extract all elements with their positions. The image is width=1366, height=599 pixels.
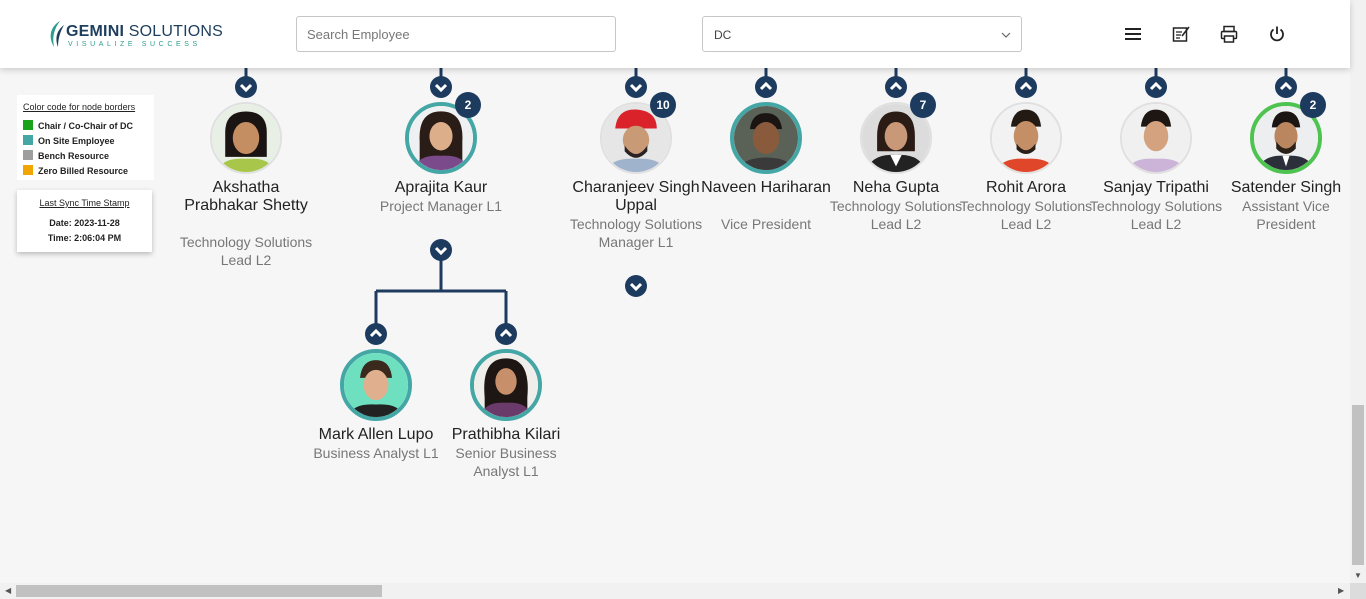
employee-photo: [474, 353, 538, 417]
employee-title: Technology Solutions Lead L2: [1089, 198, 1223, 232]
employee-node-sanjay[interactable]: Sanjay Tripathi Technology Solutions Lea…: [1086, 76, 1226, 236]
expand-toggle-icon[interactable]: [430, 239, 452, 261]
employee-title: Technology Solutions Lead L2: [179, 234, 313, 268]
employee-name: Mark Allen Lupo: [318, 426, 434, 443]
vertical-scroll-thumb[interactable]: [1352, 405, 1364, 565]
expand-toggle-icon[interactable]: [625, 275, 647, 297]
expand-up-toggle-icon[interactable]: [1015, 76, 1037, 98]
menu-icon[interactable]: [1123, 24, 1143, 44]
employee-title: Technology Solutions Lead L2: [959, 198, 1093, 232]
avatar: [730, 102, 802, 174]
avatar: [990, 102, 1062, 174]
employee-photo: [212, 104, 280, 172]
dropdown-value: DC: [714, 28, 732, 42]
reportee-count-badge: 2: [1300, 92, 1326, 118]
employee-name: Satender Singh: [1230, 179, 1342, 196]
avatar: [210, 102, 282, 174]
employee-title: Project Manager L1: [379, 198, 503, 214]
employee-node-neha[interactable]: 7 Neha Gupta Technology Solutions Lead L…: [826, 76, 966, 236]
collapse-toggle-icon[interactable]: [625, 76, 647, 98]
search-employee-input[interactable]: [296, 16, 616, 52]
expand-up-toggle-icon[interactable]: [755, 76, 777, 98]
company-logo[interactable]: GEMINI SOLUTIONS VISUALIZE SUCCESS: [46, 17, 223, 51]
power-icon[interactable]: [1267, 24, 1287, 44]
employee-node-rohit[interactable]: Rohit Arora Technology Solutions Lead L2: [956, 76, 1096, 236]
employee-photo: [344, 353, 408, 417]
collapse-toggle-icon[interactable]: [235, 76, 257, 98]
reportee-count-badge: 7: [910, 92, 936, 118]
employee-name: Rohit Arora: [985, 179, 1067, 196]
employee-title: Technology Solutions Manager L1: [569, 216, 703, 250]
employee-title: Technology Solutions Lead L2: [829, 198, 963, 232]
print-icon[interactable]: [1219, 24, 1239, 44]
expand-up-toggle-icon[interactable]: [495, 323, 517, 345]
reportee-count-badge: 2: [455, 92, 481, 118]
expand-up-toggle-icon[interactable]: [1145, 76, 1167, 98]
employee-name: Neha Gupta: [852, 179, 940, 196]
reportee-count-badge: 10: [650, 92, 676, 118]
employee-name: Akshatha Prabhakar Shetty: [184, 179, 308, 214]
scroll-down-arrow-icon[interactable]: ▼: [1354, 571, 1362, 580]
logo-leaf-icon: [50, 21, 64, 47]
chevron-down-icon: [1001, 32, 1011, 38]
employee-node-prathibha[interactable]: Prathibha Kilari Senior Business Analyst…: [436, 323, 576, 483]
avatar: [1120, 102, 1192, 174]
employee-name: Charanjeev Singh Uppal: [572, 179, 700, 214]
expand-up-toggle-icon[interactable]: [885, 76, 907, 98]
employee-name: Naveen Hariharan: [701, 179, 831, 196]
employee-name: Sanjay Tripathi: [1103, 179, 1209, 196]
avatar: [340, 349, 412, 421]
collapse-toggle-icon[interactable]: [430, 76, 452, 98]
logo-text: GEMINI SOLUTIONS: [66, 23, 224, 40]
employee-title: Senior Business Analyst L1: [455, 445, 557, 479]
scrollbar-corner: [1350, 583, 1366, 599]
employee-node-satender[interactable]: 2 Satender Singh Assistant Vice Presiden…: [1216, 76, 1356, 236]
employee-photo: [992, 104, 1060, 172]
logo-tagline: VISUALIZE SUCCESS: [68, 41, 201, 48]
employee-name: Prathibha Kilari: [451, 426, 561, 443]
top-header: GEMINI SOLUTIONS VISUALIZE SUCCESS DC: [0, 0, 1350, 68]
avatar: [470, 349, 542, 421]
employee-node-mark[interactable]: Mark Allen Lupo Business Analyst L1: [306, 323, 446, 483]
employee-node-naveen[interactable]: Naveen Hariharan Vice President: [696, 76, 836, 236]
expand-up-toggle-icon[interactable]: [1275, 76, 1297, 98]
notes-icon[interactable]: [1171, 24, 1191, 44]
employee-node-charanjeev[interactable]: 10 Charanjeev Singh Uppal Technology Sol…: [566, 76, 706, 300]
employee-title: Assistant Vice President: [1242, 198, 1330, 232]
employee-photo: [1122, 104, 1190, 172]
employee-node-akshatha[interactable]: Akshatha Prabhakar Shetty Technology Sol…: [176, 76, 316, 276]
department-dropdown[interactable]: DC: [702, 16, 1022, 52]
employee-title: Business Analyst L1: [313, 445, 439, 461]
employee-node-aprajita[interactable]: 2 Aprajita Kaur Project Manager L1: [371, 76, 511, 266]
employee-photo: [734, 106, 798, 170]
expand-up-toggle-icon[interactable]: [365, 323, 387, 345]
employee-title: Vice President: [720, 216, 811, 232]
employee-name: Aprajita Kaur: [394, 179, 488, 196]
